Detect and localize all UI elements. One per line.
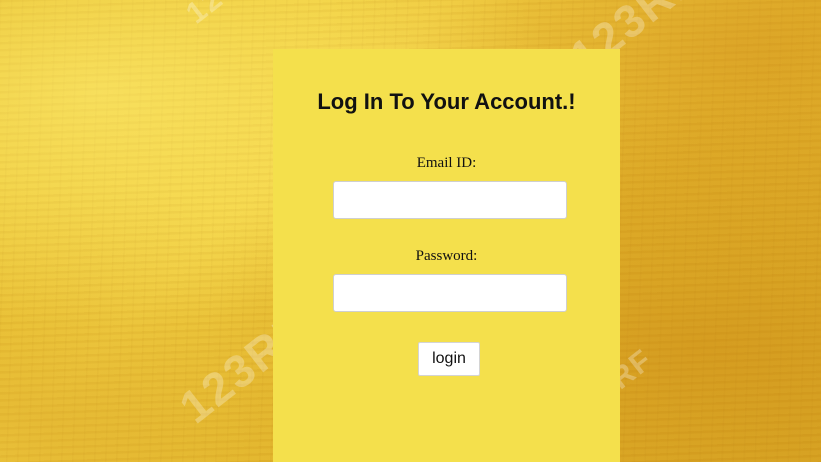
email-field[interactable] — [333, 181, 567, 219]
email-label: Email ID: — [416, 155, 477, 171]
login-card: Log In To Your Account.! Email ID: Passw… — [273, 49, 620, 462]
login-title: Log In To Your Account.! — [317, 89, 576, 114]
password-field[interactable] — [333, 274, 567, 312]
password-label: Password: — [415, 248, 478, 264]
login-button[interactable]: login — [418, 342, 480, 376]
